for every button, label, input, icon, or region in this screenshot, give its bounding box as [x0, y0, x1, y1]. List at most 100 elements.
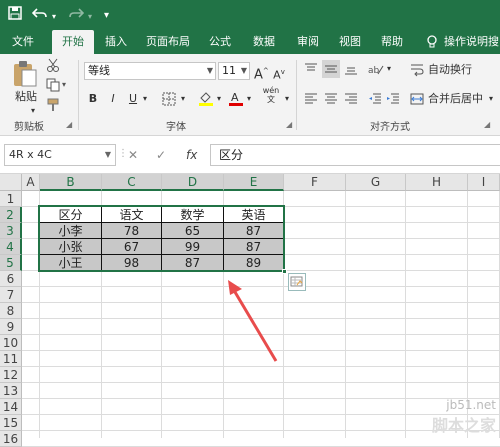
- column-header-g[interactable]: G: [346, 174, 406, 191]
- align-right-icon[interactable]: [344, 92, 358, 109]
- select-all-corner[interactable]: [0, 174, 22, 191]
- row-header-9[interactable]: 9: [0, 319, 22, 335]
- undo-icon[interactable]: [31, 6, 48, 25]
- tab-page-layout[interactable]: 页面布局: [140, 30, 196, 54]
- alignment-launcher-icon[interactable]: ◢: [484, 120, 490, 129]
- wrap-text-button[interactable]: 自动换行: [428, 61, 476, 79]
- phonetic-button[interactable]: wén 文: [258, 86, 284, 110]
- customize-icon[interactable]: ▾: [104, 8, 109, 24]
- underline-button[interactable]: U: [126, 90, 140, 108]
- borders-icon[interactable]: [162, 92, 176, 109]
- title-bar: ▾ ▾ ▾: [0, 0, 500, 30]
- column-header-i[interactable]: I: [468, 174, 500, 191]
- redo-dropdown-icon[interactable]: ▾: [88, 9, 92, 25]
- tab-home[interactable]: 开始: [52, 30, 94, 54]
- font-size-select[interactable]: 11 ▼: [218, 62, 250, 80]
- paste-icon[interactable]: [12, 60, 38, 91]
- gridline: [22, 382, 500, 383]
- row-header-14[interactable]: 14: [0, 399, 22, 415]
- font-name-value: 等线: [88, 64, 110, 77]
- formula-bar: 4R x 4C ▼ ⋮ ✕ ✓ fx 区分: [0, 136, 500, 174]
- row-header-8[interactable]: 8: [0, 303, 22, 319]
- grow-font-button[interactable]: A^: [254, 62, 269, 83]
- merge-dropdown-icon[interactable]: ▾: [486, 90, 496, 108]
- underline-dropdown-icon[interactable]: ▾: [140, 90, 150, 108]
- tab-tell-me[interactable]: 操作说明搜: [444, 30, 500, 54]
- fill-handle[interactable]: [282, 269, 287, 274]
- font-color-dropdown-icon[interactable]: ▾: [244, 90, 254, 108]
- save-icon[interactable]: [8, 6, 22, 25]
- formula-input[interactable]: 区分: [210, 144, 500, 166]
- copy-icon[interactable]: [46, 78, 60, 95]
- insert-function-icon[interactable]: fx: [186, 144, 197, 166]
- divider: [78, 60, 79, 130]
- merge-center-icon[interactable]: [410, 92, 424, 109]
- fill-color-dropdown-icon[interactable]: ▾: [214, 90, 224, 108]
- fill-color-icon[interactable]: [198, 90, 214, 109]
- clipboard-launcher-icon[interactable]: ◢: [66, 120, 72, 129]
- column-header-d[interactable]: D: [162, 174, 224, 191]
- row-header-13[interactable]: 13: [0, 383, 22, 399]
- increase-indent-icon[interactable]: [386, 92, 400, 109]
- gridline: [405, 191, 406, 438]
- tab-view[interactable]: 视图: [332, 30, 368, 54]
- undo-dropdown-icon[interactable]: ▾: [52, 9, 56, 25]
- orientation-dropdown-icon[interactable]: ▾: [384, 60, 394, 78]
- align-bottom-icon[interactable]: [344, 62, 358, 79]
- column-header-c[interactable]: C: [102, 174, 162, 191]
- row-header-16[interactable]: 16: [0, 431, 22, 447]
- decrease-indent-icon[interactable]: [368, 92, 382, 109]
- chevron-down-icon: ▼: [240, 66, 247, 75]
- row-header-10[interactable]: 10: [0, 335, 22, 351]
- row-header-15[interactable]: 15: [0, 415, 22, 431]
- tab-review[interactable]: 审阅: [290, 30, 326, 54]
- copy-dropdown-icon[interactable]: ▾: [62, 80, 66, 89]
- shrink-font-label: A: [273, 68, 281, 82]
- row-header-7[interactable]: 7: [0, 287, 22, 303]
- row-header-1[interactable]: 1: [0, 191, 22, 207]
- quick-analysis-button[interactable]: [288, 273, 306, 291]
- font-launcher-icon[interactable]: ◢: [286, 120, 292, 129]
- align-left-icon[interactable]: [304, 92, 318, 109]
- column-header-e[interactable]: E: [224, 174, 284, 191]
- annotation-arrow: [228, 280, 278, 362]
- borders-dropdown-icon[interactable]: ▾: [178, 90, 188, 108]
- phonetic-dropdown-icon[interactable]: ▾: [282, 90, 292, 108]
- redo-icon[interactable]: [68, 6, 85, 25]
- font-name-select[interactable]: 等线 ▼: [84, 62, 216, 80]
- row-header-2[interactable]: 2: [0, 207, 22, 223]
- row-header-11[interactable]: 11: [0, 351, 22, 367]
- align-middle-icon[interactable]: [322, 60, 340, 78]
- tab-formulas[interactable]: 公式: [202, 30, 238, 54]
- tab-file[interactable]: 文件: [0, 30, 46, 54]
- format-painter-icon[interactable]: [46, 98, 60, 115]
- font-color-icon[interactable]: A: [228, 90, 244, 109]
- align-center-icon[interactable]: [324, 92, 338, 109]
- clipboard-group-label: 剪贴板: [14, 122, 44, 133]
- italic-button[interactable]: I: [106, 90, 120, 108]
- merge-center-button[interactable]: 合并后居中: [428, 90, 488, 108]
- orientation-icon[interactable]: ab: [368, 62, 384, 79]
- cancel-icon[interactable]: ✕: [128, 144, 138, 166]
- tab-help[interactable]: 帮助: [374, 30, 410, 54]
- grow-font-label: A: [254, 67, 263, 83]
- tab-data[interactable]: 数据: [246, 30, 282, 54]
- wrap-text-icon[interactable]: [410, 63, 424, 80]
- column-header-a[interactable]: A: [22, 174, 40, 191]
- column-header-f[interactable]: F: [284, 174, 346, 191]
- row-header-3[interactable]: 3: [0, 223, 22, 239]
- watermark: jb51.net 脚本之家: [432, 398, 496, 436]
- column-header-b[interactable]: B: [40, 174, 102, 191]
- name-box[interactable]: 4R x 4C ▼: [4, 144, 116, 166]
- shrink-font-button[interactable]: Av: [272, 63, 286, 82]
- tab-insert[interactable]: 插入: [98, 30, 134, 54]
- cut-icon[interactable]: [46, 58, 60, 75]
- enter-icon[interactable]: ✓: [156, 144, 166, 166]
- bold-button[interactable]: B: [86, 90, 100, 108]
- align-top-icon[interactable]: [304, 62, 318, 79]
- row-header-5[interactable]: 5: [0, 255, 22, 271]
- row-header-6[interactable]: 6: [0, 271, 22, 287]
- row-header-4[interactable]: 4: [0, 239, 22, 255]
- column-header-h[interactable]: H: [406, 174, 468, 191]
- row-header-12[interactable]: 12: [0, 367, 22, 383]
